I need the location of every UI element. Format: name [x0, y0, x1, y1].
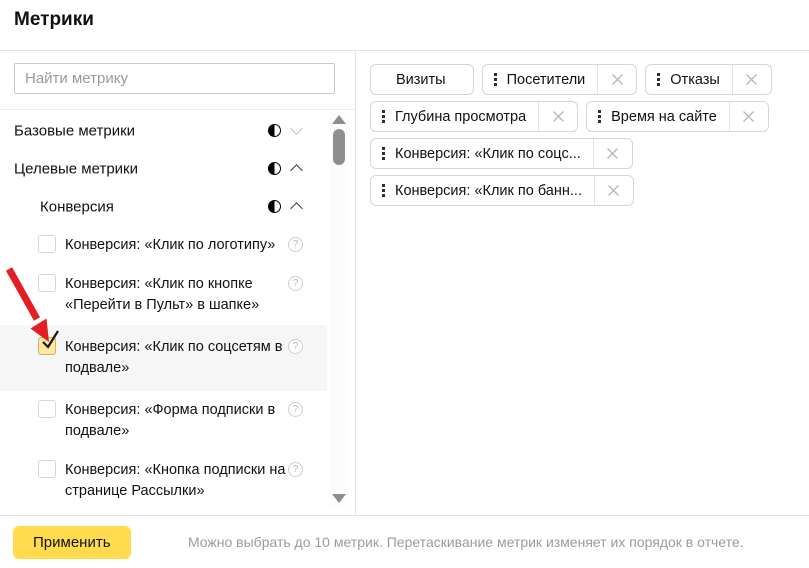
metric-option-header-button-click[interactable]: Конверсия: «Клик по кнопке «Перейти в Пу…: [0, 265, 327, 325]
drag-handle-icon[interactable]: [382, 147, 385, 160]
scrollbar-thumb[interactable]: [333, 129, 345, 165]
section-label: Целевые метрики: [14, 161, 138, 178]
divider: [0, 109, 356, 110]
footer-hint: Можно выбрать до 10 метрик. Перетаскиван…: [131, 534, 809, 550]
half-select-icon[interactable]: [268, 162, 281, 175]
dialog-footer: Применить Можно выбрать до 10 метрик. Пе…: [0, 515, 809, 568]
tree-section-goal-metrics[interactable]: Целевые метрики: [0, 150, 327, 188]
metric-chip-visitors[interactable]: Посетители: [482, 64, 638, 95]
half-select-icon[interactable]: [268, 124, 281, 137]
help-icon[interactable]: ?: [288, 237, 303, 252]
apply-button[interactable]: Применить: [13, 526, 131, 559]
help-icon[interactable]: ?: [288, 339, 303, 354]
metric-chip-conversion-social[interactable]: Конверсия: «Клик по соцс...: [370, 138, 633, 169]
help-icon[interactable]: ?: [288, 276, 303, 291]
metrics-picker-dialog: Метрики Базовые метрики Целевые метрики …: [0, 0, 809, 568]
close-icon: [606, 147, 619, 160]
remove-chip-button[interactable]: [597, 65, 636, 94]
metric-chip-bounces[interactable]: Отказы: [645, 64, 772, 95]
chip-label: Конверсия: «Клик по банн...: [395, 183, 582, 199]
page-title: Метрики: [14, 9, 94, 31]
help-icon[interactable]: ?: [288, 462, 303, 477]
chip-label: Время на сайте: [611, 109, 717, 125]
drag-handle-icon[interactable]: [494, 73, 497, 86]
drag-handle-icon[interactable]: [382, 184, 385, 197]
metric-chip-conversion-banner[interactable]: Конверсия: «Клик по банн...: [370, 175, 634, 206]
chevron-down-icon[interactable]: [290, 122, 303, 135]
drag-handle-icon[interactable]: [598, 110, 601, 123]
remove-chip-button[interactable]: [593, 139, 632, 168]
metric-chip-page-depth[interactable]: Глубина просмотра: [370, 101, 578, 132]
chip-label: Визиты: [381, 72, 461, 88]
close-icon: [745, 73, 758, 86]
scroll-up-arrow-icon[interactable]: [332, 115, 346, 124]
half-select-icon[interactable]: [268, 200, 281, 213]
chevron-up-icon[interactable]: [290, 164, 303, 177]
chip-label: Отказы: [670, 72, 720, 88]
drag-handle-icon[interactable]: [382, 110, 385, 123]
drag-handle-icon[interactable]: [657, 73, 660, 86]
metric-option-label: Конверсия: «Форма подписки в подвале»: [65, 400, 287, 442]
close-icon: [607, 184, 620, 197]
metric-option-logo-click[interactable]: Конверсия: «Клик по логотипу» ?: [0, 226, 327, 265]
close-icon: [611, 73, 624, 86]
metric-option-label: Конверсия: «Клик по кнопке «Перейти в Пу…: [65, 274, 287, 316]
search-input[interactable]: [14, 63, 335, 94]
metrics-tree: Базовые метрики Целевые метрики Конверси…: [0, 112, 327, 511]
metric-option-newsletter-subscribe-button[interactable]: Конверсия: «Кнопка подписки на странице …: [0, 451, 327, 511]
checkbox[interactable]: [38, 235, 56, 253]
metric-option-label: Конверсия: «Клик по соцсетям в подвале»: [65, 337, 287, 379]
checkbox[interactable]: [38, 400, 56, 418]
close-icon: [552, 110, 565, 123]
chip-label: Посетители: [507, 72, 586, 88]
remove-chip-button[interactable]: [538, 102, 577, 131]
scroll-down-arrow-icon[interactable]: [332, 494, 346, 503]
scrollbar[interactable]: [330, 112, 348, 506]
section-label: Конверсия: [40, 199, 114, 216]
close-icon: [742, 110, 755, 123]
selected-metrics-area: Визиты Посетители Отказы Глубина просмот…: [357, 51, 809, 515]
chevron-up-icon[interactable]: [290, 202, 303, 215]
section-label: Базовые метрики: [14, 123, 135, 140]
metric-option-label: Конверсия: «Кнопка подписки на странице …: [65, 460, 287, 502]
metric-chip-time-on-site[interactable]: Время на сайте: [586, 101, 769, 132]
metric-option-label: Конверсия: «Клик по логотипу»: [65, 235, 287, 256]
checkbox-checked[interactable]: [38, 337, 56, 355]
tree-section-basic-metrics[interactable]: Базовые метрики: [0, 112, 327, 150]
checkbox[interactable]: [38, 460, 56, 478]
metrics-tree-panel: Базовые метрики Целевые метрики Конверси…: [0, 51, 356, 515]
remove-chip-button[interactable]: [732, 65, 771, 94]
chip-label: Глубина просмотра: [395, 109, 526, 125]
metric-option-footer-social-click[interactable]: Конверсия: «Клик по соцсетям в подвале» …: [0, 325, 327, 391]
tree-section-conversion[interactable]: Конверсия: [0, 188, 327, 226]
checkmark-icon: [40, 331, 60, 351]
remove-chip-button[interactable]: [594, 176, 633, 205]
checkbox[interactable]: [38, 274, 56, 292]
remove-chip-button[interactable]: [729, 102, 768, 131]
metric-option-footer-subscribe-form[interactable]: Конверсия: «Форма подписки в подвале» ?: [0, 391, 327, 451]
chip-label: Конверсия: «Клик по соцс...: [395, 146, 581, 162]
help-icon[interactable]: ?: [288, 402, 303, 417]
metric-chip-visits: Визиты: [370, 64, 474, 95]
